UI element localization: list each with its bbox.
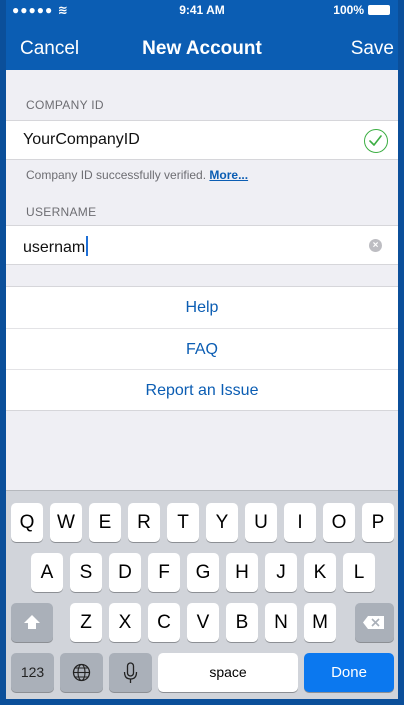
- shift-key[interactable]: [11, 603, 53, 642]
- key-s[interactable]: S: [70, 553, 102, 592]
- more-link[interactable]: More...: [209, 168, 248, 182]
- globe-icon: [72, 663, 91, 682]
- key-y[interactable]: Y: [206, 503, 238, 542]
- username-label: USERNAME: [26, 205, 97, 219]
- key-q[interactable]: Q: [11, 503, 43, 542]
- username-field[interactable]: usernam ×: [6, 225, 398, 265]
- key-c[interactable]: C: [148, 603, 180, 642]
- key-i[interactable]: I: [284, 503, 316, 542]
- key-r[interactable]: R: [128, 503, 160, 542]
- keyboard: Q W E R T Y U I O P A S D F G H J K L Z …: [6, 490, 398, 699]
- key-p[interactable]: P: [362, 503, 394, 542]
- key-u[interactable]: U: [245, 503, 277, 542]
- nav-row: Cancel New Account Save: [6, 30, 398, 66]
- key-f[interactable]: F: [148, 553, 180, 592]
- help-links-list: Help FAQ Report an Issue: [6, 286, 398, 411]
- key-x[interactable]: X: [109, 603, 141, 642]
- clear-icon[interactable]: ×: [369, 239, 382, 252]
- verification-text: Company ID successfully verified.: [26, 168, 207, 182]
- key-w[interactable]: W: [50, 503, 82, 542]
- faq-link[interactable]: FAQ: [6, 328, 398, 369]
- verification-note: Company ID successfully verified. More..…: [26, 168, 248, 182]
- key-a[interactable]: A: [31, 553, 63, 592]
- key-d[interactable]: D: [109, 553, 141, 592]
- battery-icon: [368, 5, 390, 15]
- key-z[interactable]: Z: [70, 603, 102, 642]
- keyboard-row-1: Q W E R T Y U I O P: [6, 503, 398, 542]
- company-id-label: COMPANY ID: [26, 98, 104, 112]
- navigation-bar: ●●●●● ≋ 9:41 AM 100% Cancel New Account …: [6, 0, 398, 70]
- app-frame: ●●●●● ≋ 9:41 AM 100% Cancel New Account …: [0, 0, 404, 705]
- help-link[interactable]: Help: [6, 287, 398, 328]
- globe-key[interactable]: [60, 653, 103, 692]
- key-m[interactable]: M: [304, 603, 336, 642]
- battery-percent: 100%: [333, 3, 364, 17]
- key-g[interactable]: G: [187, 553, 219, 592]
- key-e[interactable]: E: [89, 503, 121, 542]
- space-key[interactable]: space: [158, 653, 298, 692]
- checkmark-icon: [364, 129, 388, 153]
- text-caret: [86, 236, 89, 256]
- dictation-key[interactable]: [109, 653, 152, 692]
- status-bar: ●●●●● ≋ 9:41 AM 100%: [6, 0, 398, 20]
- backspace-icon: [363, 616, 384, 629]
- username-value: usernam: [23, 239, 86, 256]
- key-t[interactable]: T: [167, 503, 199, 542]
- battery-status: 100%: [333, 3, 390, 17]
- company-id-field[interactable]: YourCompanyID: [6, 120, 398, 160]
- key-h[interactable]: H: [226, 553, 258, 592]
- numbers-key[interactable]: 123: [11, 653, 54, 692]
- keyboard-row-2: A S D F G H J K L: [6, 553, 398, 592]
- delete-key[interactable]: [355, 603, 394, 642]
- key-k[interactable]: K: [304, 553, 336, 592]
- key-n[interactable]: N: [265, 603, 297, 642]
- shift-icon: [24, 615, 40, 629]
- key-v[interactable]: V: [187, 603, 219, 642]
- key-b[interactable]: B: [226, 603, 258, 642]
- microphone-icon: [123, 662, 138, 683]
- page-title: New Account: [142, 38, 262, 59]
- key-l[interactable]: L: [343, 553, 375, 592]
- key-o[interactable]: O: [323, 503, 355, 542]
- keyboard-row-4: 123 space Done: [6, 653, 398, 692]
- report-issue-link[interactable]: Report an Issue: [6, 369, 398, 410]
- done-key[interactable]: Done: [304, 653, 394, 692]
- key-j[interactable]: J: [265, 553, 297, 592]
- save-button[interactable]: Save: [351, 38, 394, 60]
- keyboard-row-3: Z X C V B N M: [6, 603, 398, 642]
- company-id-value: YourCompanyID: [23, 131, 140, 148]
- username-input[interactable]: usernam: [23, 236, 89, 257]
